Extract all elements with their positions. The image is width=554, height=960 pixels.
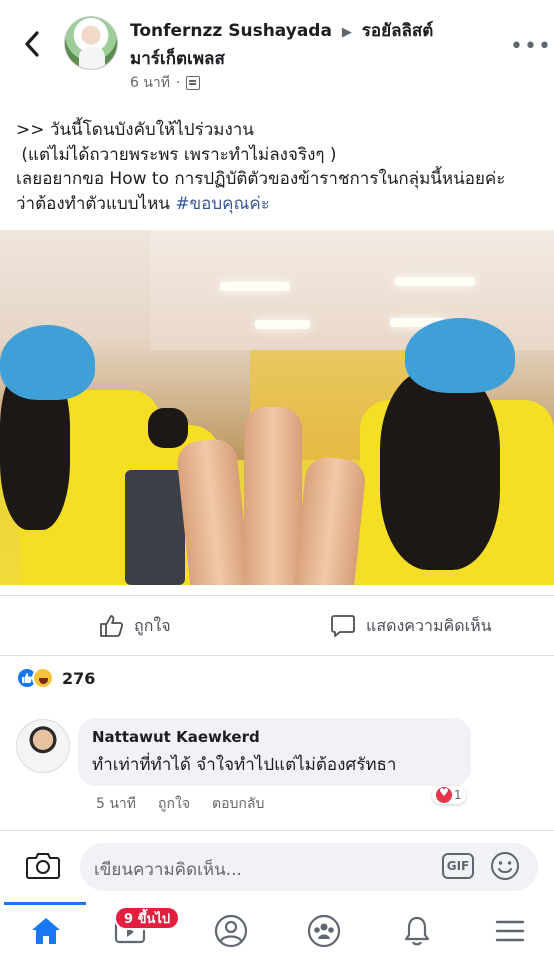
comment-meta: 5 นาที ถูกใจ ตอบกลับ [96, 793, 264, 815]
active-tab-indicator [4, 902, 86, 905]
comment-reply-link[interactable]: ตอบกลับ [212, 793, 264, 815]
bottom-nav [0, 902, 554, 960]
divider [0, 830, 554, 831]
comment-label: แสดงความคิดเห็น [366, 615, 492, 635]
ceiling-light [220, 282, 290, 291]
thumbs-up-icon [100, 615, 124, 637]
post-author-line: Tonfernzz Sushayada ▶ รอยัลลิสต์มาร์เก็ต… [130, 18, 490, 72]
menu-icon[interactable] [492, 913, 528, 949]
like-button[interactable]: ถูกใจ [98, 600, 171, 652]
comment-text: ทำเท่าที่ทำได้ จำใจทำไปแต่ไม่ต้องศรัทธา [92, 755, 397, 775]
chair [125, 470, 185, 585]
profile-icon[interactable] [213, 913, 249, 949]
emoji-icon[interactable] [490, 851, 520, 881]
comment-button[interactable]: แสดงความคิดเห็น [330, 600, 492, 652]
hair [148, 408, 188, 448]
love-reaction-icon [436, 786, 452, 803]
camera-icon[interactable] [26, 850, 60, 880]
comment-reaction-count: 1 [454, 788, 462, 802]
notification-badge: 9 ขึ้นไป [114, 906, 181, 930]
more-icon[interactable]: ••• [510, 34, 552, 59]
ceiling-light [255, 320, 310, 329]
post-actions: ถูกใจ แสดงความคิดเห็น [0, 600, 554, 652]
reaction-summary[interactable]: 276 [16, 667, 95, 689]
comment-reaction[interactable]: 1 [432, 786, 466, 804]
author-name[interactable]: Tonfernzz Sushayada [130, 21, 332, 41]
post-photo[interactable] [0, 230, 554, 585]
reaction-count: 276 [62, 668, 96, 688]
comment-like-link[interactable]: ถูกใจ [158, 793, 190, 815]
commenter-name[interactable]: Nattawut Kaewkerd [92, 728, 457, 746]
cap [0, 325, 95, 400]
like-label: ถูกใจ [134, 615, 171, 635]
comment-icon [331, 615, 355, 637]
post-meta: 6 นาที · [130, 72, 201, 94]
home-icon[interactable] [28, 913, 64, 949]
cap [405, 318, 515, 393]
gif-button[interactable]: GIF [442, 853, 474, 879]
arrow-right-icon: ▶ [341, 25, 352, 40]
groups-icon[interactable] [306, 913, 342, 949]
divider [0, 595, 554, 596]
comment-bubble: Nattawut Kaewkerd ทำเท่าที่ทำได้ จำใจทำไ… [78, 718, 471, 786]
finger [244, 407, 302, 585]
post-header: Tonfernzz Sushayada ▶ รอยัลลิสต์มาร์เก็ต… [0, 0, 554, 100]
group-icon [186, 76, 201, 90]
notifications-icon[interactable] [399, 913, 435, 949]
ceiling-light [395, 277, 475, 286]
hashtag-link[interactable]: #ขอบคุณค่ะ [175, 194, 270, 214]
haha-reaction-icon [32, 667, 54, 689]
comment-time[interactable]: 5 นาที [96, 793, 136, 815]
post-time[interactable]: 6 นาที [130, 72, 170, 94]
divider [0, 655, 554, 656]
commenter-avatar[interactable] [16, 719, 70, 773]
hair [380, 370, 500, 570]
post-text: >> วันนี้โดนบังคับให้ไปร่วมงาน (แต่ไม่ได… [16, 118, 546, 216]
comment-placeholder: เขียนความคิดเห็น... [94, 860, 242, 880]
author-avatar[interactable] [64, 16, 118, 70]
chevron-left-icon[interactable] [20, 28, 44, 60]
